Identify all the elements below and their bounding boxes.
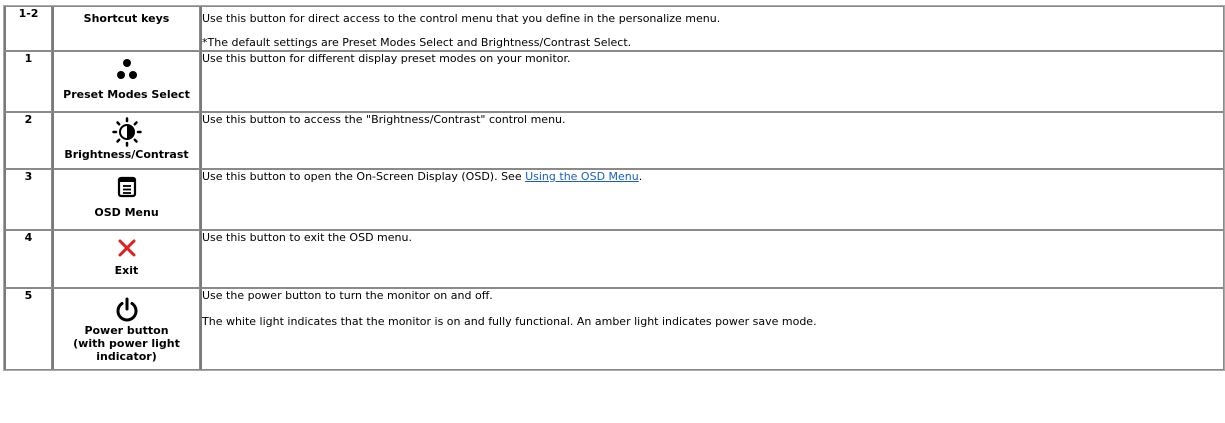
osd-menu-link[interactable]: Using the OSD Menu [525, 170, 639, 183]
description-note: The white light indicates that the monit… [202, 315, 817, 328]
row-name-label: Preset Modes Select [63, 88, 190, 101]
row-name-label: Shortcut keys [83, 12, 170, 25]
row-name: Power button (with power light indicator… [52, 288, 200, 370]
row-name: Exit [52, 230, 200, 288]
description-note: *The default settings are Preset Modes S… [202, 36, 632, 49]
row-name-label: (with power light [73, 337, 180, 350]
row-description: Use this button to exit the OSD menu. [200, 230, 1224, 288]
table-row: 3 OSD Menu Use this button to open the O… [4, 169, 1224, 230]
description-text: Use the power button to turn the monitor… [202, 289, 493, 302]
sun-brightness-icon [111, 117, 142, 147]
description-text: Use this button to access the "Brightnes… [202, 113, 566, 126]
description-text: Use this button for different display pr… [202, 52, 571, 65]
row-name: Shortcut keys [52, 6, 200, 51]
description-text: Use this button to exit the OSD menu. [202, 231, 412, 244]
table-row: 4 Exit Use this button to exit the OSD m… [4, 230, 1224, 288]
table-row: 2 Brightness/Contrast Use this button to… [4, 112, 1224, 169]
row-name-label: indicator) [96, 350, 157, 363]
row-name-label: Brightness/Contrast [64, 148, 189, 161]
description-suffix: . [638, 170, 643, 183]
row-number: 2 [4, 112, 52, 169]
power-icon [116, 297, 137, 322]
row-description: Use this button to open the On-Screen Di… [200, 169, 1224, 230]
row-name: OSD Menu [52, 169, 200, 230]
buttons-table: 1-2 Shortcut keys Use this button for di… [3, 5, 1225, 371]
row-name: Brightness/Contrast [52, 112, 200, 169]
description-prefix: Use this button to open the On-Screen Di… [202, 170, 526, 183]
row-name-label: Exit [114, 264, 139, 277]
row-number: 5 [4, 288, 52, 370]
row-number: 4 [4, 230, 52, 288]
table-row: 5 Power button (with power light indicat… [4, 288, 1224, 370]
table-row: 1-2 Shortcut keys Use this button for di… [4, 6, 1224, 51]
three-dots-icon [116, 59, 137, 79]
row-description: Use this button for different display pr… [200, 51, 1224, 112]
close-x-icon [118, 239, 135, 257]
table-row: 1 Preset Modes Select Use this button fo… [4, 51, 1224, 112]
row-number: 3 [4, 169, 52, 230]
menu-icon [117, 176, 136, 198]
row-number: 1 [4, 51, 52, 112]
row-description: Use this button for direct access to the… [200, 6, 1224, 51]
row-name-label: Power button [84, 324, 169, 337]
row-description: Use this button to access the "Brightnes… [200, 112, 1224, 169]
description-text: Use this button to open the On-Screen Di… [202, 170, 1223, 184]
row-description: Use the power button to turn the monitor… [200, 288, 1224, 370]
description-text: Use this button for direct access to the… [202, 12, 721, 25]
row-name-label: OSD Menu [94, 206, 159, 219]
row-number: 1-2 [4, 6, 52, 51]
row-name: Preset Modes Select [52, 51, 200, 112]
